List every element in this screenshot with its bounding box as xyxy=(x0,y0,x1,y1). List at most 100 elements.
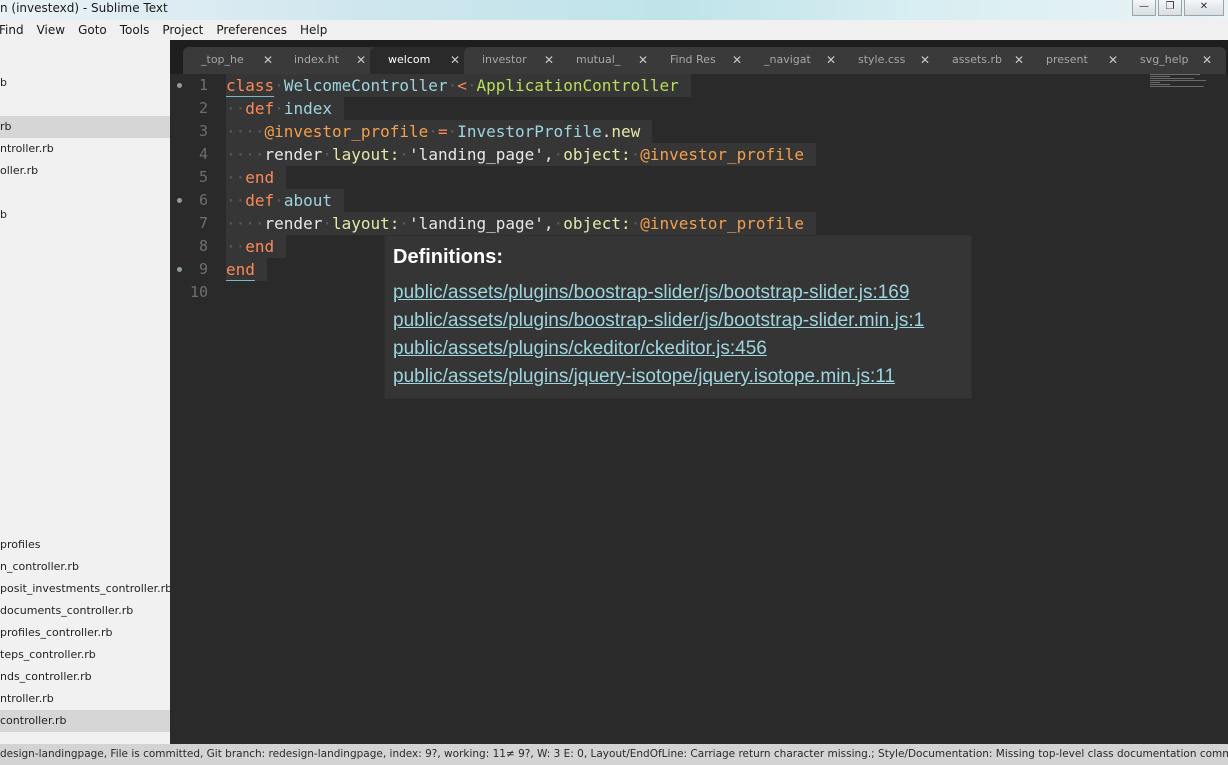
sidebar-item[interactable]: nds_controller.rb xyxy=(0,666,170,688)
operator: < xyxy=(457,76,467,95)
close-window-button[interactable]: ✕ xyxy=(1184,0,1224,16)
instance-variable: @investor_profile xyxy=(264,122,429,141)
sidebar-item[interactable]: teps_controller.rb xyxy=(0,644,170,666)
tab-label: mutual_ xyxy=(576,53,621,66)
keyword: end xyxy=(226,260,255,279)
menu-preferences[interactable]: Preferences xyxy=(216,23,294,37)
menu-help[interactable]: Help xyxy=(300,23,334,37)
sidebar-folder[interactable]: profiles xyxy=(0,534,170,556)
method-name: about xyxy=(283,191,332,210)
symbol-key: object: xyxy=(563,214,631,233)
tab-bar: _top_he ✕ index.ht ✕ welcom ✕ investor ✕… xyxy=(170,40,1228,74)
menu-bar: Find View Goto Tools Project Preferences… xyxy=(0,20,1228,40)
dot: . xyxy=(601,122,612,141)
tab-label: present xyxy=(1046,53,1088,66)
minimap[interactable] xyxy=(1150,74,1206,92)
tab-label: welcom xyxy=(388,53,431,66)
sidebar-item[interactable]: posit_investments_controller.rb xyxy=(0,578,170,600)
status-bar: design-landingpage, File is committed, G… xyxy=(0,744,1228,765)
definition-link[interactable]: public/assets/plugins/jquery-isotope/jqu… xyxy=(393,363,971,391)
symbol-key: layout: xyxy=(331,214,400,233)
definition-link[interactable]: public/assets/plugins/boostrap-slider/js… xyxy=(393,279,971,307)
minimize-button[interactable]: — xyxy=(1132,0,1156,16)
code-line-5: ··end xyxy=(226,166,287,189)
sidebar-item-selected[interactable]: rb xyxy=(0,116,170,138)
maximize-button[interactable]: ❐ xyxy=(1158,0,1182,16)
tab-top-header[interactable]: _top_he ✕ xyxy=(183,47,287,74)
line-number: 1 xyxy=(198,76,208,94)
sidebar-item[interactable]: ntroller.rb xyxy=(0,688,170,710)
line-number: 4 xyxy=(198,145,208,163)
menu-view[interactable]: View xyxy=(37,23,72,37)
tab-close-icon[interactable]: ✕ xyxy=(826,48,836,72)
keyword: def xyxy=(245,191,275,210)
tab-label: assets.rb xyxy=(952,53,1003,66)
tab-close-icon[interactable]: ✕ xyxy=(544,48,554,72)
sidebar-item[interactable]: documents_controller.rb xyxy=(0,600,170,622)
keyword: def xyxy=(245,99,275,118)
sidebar-item[interactable]: profiles_controller.rb xyxy=(0,622,170,644)
sidebar-item[interactable]: ntroller.rb xyxy=(0,138,170,160)
tab-style-css[interactable]: style.css ✕ xyxy=(840,47,944,74)
tab-index[interactable]: index.ht ✕ xyxy=(276,47,380,74)
tab-presenter[interactable]: present ✕ xyxy=(1028,47,1132,74)
code-line-7: ····render·layout:·'landing_page',·objec… xyxy=(226,212,817,235)
sidebar-file-tree: b rb ntroller.rb oller.rb b profiles n_c… xyxy=(0,40,170,744)
tab-close-icon[interactable]: ✕ xyxy=(450,48,460,72)
sidebar-item[interactable]: oller.rb xyxy=(0,160,170,182)
tab-close-icon[interactable]: ✕ xyxy=(920,48,930,72)
tab-close-icon[interactable]: ✕ xyxy=(732,48,742,72)
tab-label: svg_help xyxy=(1140,53,1189,66)
tab-assets[interactable]: assets.rb ✕ xyxy=(934,47,1038,74)
window-title: n (investexd) - Sublime Text xyxy=(0,1,168,15)
sidebar-item-selected[interactable]: controller.rb xyxy=(0,710,170,732)
tab-label: investor xyxy=(482,53,527,66)
tab-find-results[interactable]: Find Res ✕ xyxy=(652,47,756,74)
string-literal: 'landing_page', xyxy=(409,145,554,164)
tab-close-icon[interactable]: ✕ xyxy=(263,48,273,72)
sidebar-item[interactable]: b xyxy=(0,72,170,94)
line-number: 9 xyxy=(198,260,208,278)
menu-project[interactable]: Project xyxy=(162,23,210,37)
function-call: render xyxy=(264,214,323,233)
keyword: end xyxy=(245,168,275,187)
definition-link[interactable]: public/assets/plugins/boostrap-slider/js… xyxy=(393,307,971,335)
sidebar-item[interactable]: b xyxy=(0,204,170,226)
menu-find[interactable]: Find xyxy=(0,23,31,37)
title-bar: n (investexd) - Sublime Text — ❐ ✕ xyxy=(0,0,1228,20)
symbol-key: object: xyxy=(563,145,631,164)
code-line-9: end xyxy=(226,258,267,281)
function-call: render xyxy=(264,145,323,164)
tab-label: _top_he xyxy=(201,53,244,66)
class-name: InvestorProfile xyxy=(457,122,602,141)
tab-svg-helper[interactable]: svg_help ✕ xyxy=(1122,47,1226,74)
code-editor[interactable]: 1 2 3 4 5 6 7 8 9 10 class·WelcomeContro… xyxy=(170,74,1228,744)
line-number: 3 xyxy=(198,122,208,140)
tab-close-icon[interactable]: ✕ xyxy=(356,48,366,72)
menu-tools[interactable]: Tools xyxy=(120,23,157,37)
line-number: 10 xyxy=(189,283,208,301)
tab-label: Find Res xyxy=(670,53,716,66)
sidebar-item[interactable]: n_controller.rb xyxy=(0,556,170,578)
line-number: 2 xyxy=(198,99,208,117)
tab-close-icon[interactable]: ✕ xyxy=(1202,48,1212,72)
tab-investor[interactable]: investor ✕ xyxy=(464,47,568,74)
code-line-1: class·WelcomeController·<·ApplicationCon… xyxy=(226,74,691,97)
operator: = xyxy=(437,122,448,141)
class-name: WelcomeController xyxy=(283,76,448,95)
tab-welcome-controller[interactable]: welcom ✕ xyxy=(370,47,474,74)
code-line-2: ··def·index xyxy=(226,97,344,120)
instance-variable: @investor_profile xyxy=(640,145,805,164)
definition-link[interactable]: public/assets/plugins/ckeditor/ckeditor.… xyxy=(393,335,971,363)
window-controls: — ❐ ✕ xyxy=(1132,0,1224,16)
keyword: class xyxy=(226,76,275,95)
tab-navigation[interactable]: _navigat ✕ xyxy=(746,47,850,74)
tab-close-icon[interactable]: ✕ xyxy=(1108,48,1118,72)
menu-goto[interactable]: Goto xyxy=(78,23,114,37)
popup-title: Definitions: xyxy=(393,246,503,268)
tab-close-icon[interactable]: ✕ xyxy=(1014,48,1024,72)
tab-close-icon[interactable]: ✕ xyxy=(638,48,648,72)
tab-mutual[interactable]: mutual_ ✕ xyxy=(558,47,662,74)
git-gutter-marker xyxy=(177,83,182,88)
code-line-8: ··end xyxy=(226,235,287,258)
